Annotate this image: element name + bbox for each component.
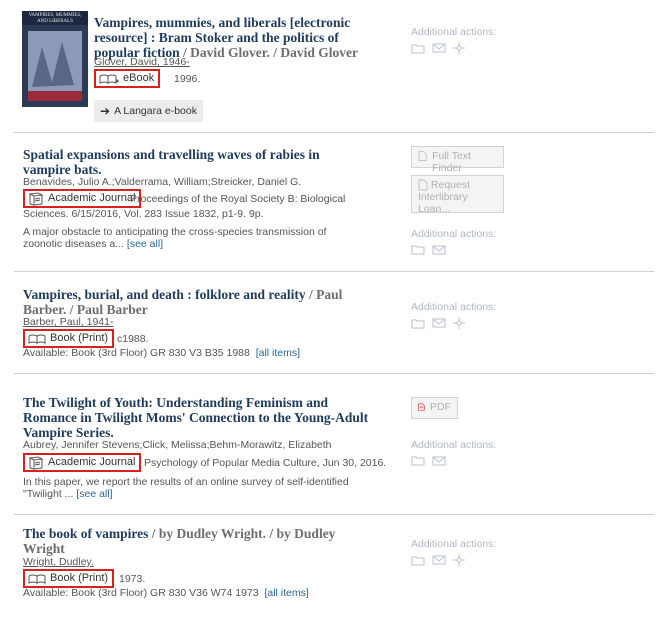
cover-illustration bbox=[28, 31, 82, 101]
full-text-finder-button[interactable]: Full Text Finder bbox=[411, 146, 504, 174]
publication-year: 1996. bbox=[174, 73, 201, 85]
publication-year: c1988. bbox=[117, 333, 149, 345]
document-icon bbox=[418, 151, 427, 161]
format-badge-academic-journal: Academic Journal bbox=[23, 453, 142, 472]
additional-actions-label: Additional actions: bbox=[411, 301, 497, 313]
folder-icon[interactable] bbox=[411, 43, 425, 54]
result-item: VAMPIRES, MUMMIES, AND LIBERALS Vampires… bbox=[0, 0, 660, 130]
langara-ebook-link[interactable]: ➔ A Langara e-book bbox=[94, 100, 203, 122]
folder-icon[interactable] bbox=[411, 555, 425, 566]
email-icon[interactable] bbox=[432, 43, 446, 53]
email-icon[interactable] bbox=[432, 318, 446, 328]
cover-title: VAMPIRES, MUMMIES, AND LIBERALS bbox=[28, 13, 82, 24]
publication-details: Sciences. 6/15/2016, Vol. 283 Issue 1832… bbox=[23, 208, 264, 220]
result-title[interactable]: Spatial expansions and travelling waves … bbox=[23, 147, 363, 177]
result-item: The Twilight of Youth: Understanding Fem… bbox=[0, 374, 660, 514]
results-list: VAMPIRES, MUMMIES, AND LIBERALS Vampires… bbox=[0, 0, 660, 619]
document-icon bbox=[418, 179, 428, 191]
publication-source: Psychology of Popular Media Culture, Jun… bbox=[144, 457, 387, 469]
request-interlibrary-loan-button[interactable]: Request Interlibrary Loan... bbox=[411, 175, 504, 215]
result-author[interactable]: Glover, David, 1946- bbox=[94, 56, 190, 69]
additional-actions bbox=[411, 42, 465, 54]
additional-actions bbox=[411, 317, 465, 329]
book-cover-image[interactable]: VAMPIRES, MUMMIES, AND LIBERALS bbox=[22, 11, 88, 107]
academic-journal-icon bbox=[28, 455, 44, 470]
additional-actions-label: Additional actions: bbox=[411, 228, 497, 240]
result-title[interactable]: Vampires, mummies, and liberals [electro… bbox=[94, 15, 384, 60]
result-author[interactable]: Wright, Dudley. bbox=[23, 556, 94, 569]
result-item: The book of vampires / by Dudley Wright.… bbox=[0, 515, 660, 619]
email-icon[interactable] bbox=[432, 456, 446, 466]
folder-icon[interactable] bbox=[411, 455, 425, 466]
arrow-right-icon: ➔ bbox=[100, 104, 111, 118]
format-badge-ebook: eBook bbox=[94, 69, 161, 88]
result-author[interactable]: Barber, Paul, 1941- bbox=[23, 316, 113, 329]
see-all-link[interactable]: [see all] bbox=[76, 488, 112, 500]
availability: Available: Book (3rd Floor) GR 830 V3 B3… bbox=[23, 347, 301, 359]
folder-icon[interactable] bbox=[411, 244, 425, 255]
format-label: eBook bbox=[123, 72, 155, 84]
result-author[interactable]: Benavides, Julio A.;Valderrama, William;… bbox=[23, 176, 301, 189]
result-author[interactable]: Aubrey, Jennifer Stevens;Click, Melissa;… bbox=[23, 439, 332, 452]
add-icon[interactable] bbox=[453, 317, 465, 329]
abstract-snippet: A major obstacle to anticipating the cro… bbox=[23, 226, 327, 250]
ebook-icon bbox=[99, 74, 119, 84]
format-label: Book (Print) bbox=[50, 332, 109, 344]
format-badge-academic-journal: Academic Journal bbox=[23, 189, 142, 208]
pdf-icon bbox=[418, 403, 425, 411]
email-icon[interactable] bbox=[432, 245, 446, 255]
add-icon[interactable] bbox=[453, 42, 465, 54]
book-icon bbox=[28, 334, 46, 344]
format-label: Book (Print) bbox=[50, 572, 109, 584]
result-title[interactable]: The book of vampires / by Dudley Wright.… bbox=[23, 526, 373, 556]
pdf-button[interactable]: PDF bbox=[411, 397, 458, 419]
additional-actions bbox=[411, 244, 446, 255]
availability: Available: Book (3rd Floor) GR 830 V36 W… bbox=[23, 587, 309, 599]
folder-icon[interactable] bbox=[411, 318, 425, 329]
see-all-link[interactable]: [see all] bbox=[127, 238, 163, 250]
result-item: Vampires, burial, and death : folklore a… bbox=[0, 272, 660, 371]
additional-actions-label: Additional actions: bbox=[411, 538, 497, 550]
publication-source: Proceedings of the Royal Society B: Biol… bbox=[130, 193, 346, 205]
all-items-link[interactable]: [all items] bbox=[256, 347, 300, 359]
format-label: Academic Journal bbox=[48, 192, 136, 204]
all-items-link[interactable]: [all items] bbox=[264, 587, 308, 599]
result-item: Spatial expansions and travelling waves … bbox=[0, 133, 660, 271]
result-title[interactable]: The Twilight of Youth: Understanding Fem… bbox=[23, 395, 373, 440]
additional-actions-label: Additional actions: bbox=[411, 439, 497, 451]
add-icon[interactable] bbox=[453, 554, 465, 566]
abstract-snippet: In this paper, we report the results of … bbox=[23, 476, 349, 500]
format-label: Academic Journal bbox=[48, 456, 136, 468]
additional-actions-label: Additional actions: bbox=[411, 26, 497, 38]
book-icon bbox=[28, 574, 46, 584]
format-badge-book-print: Book (Print) bbox=[23, 569, 115, 588]
format-badge-book-print: Book (Print) bbox=[23, 329, 115, 348]
result-title[interactable]: Vampires, burial, and death : folklore a… bbox=[23, 287, 373, 317]
email-icon[interactable] bbox=[432, 555, 446, 565]
publication-year: 1973. bbox=[119, 573, 146, 585]
additional-actions bbox=[411, 455, 446, 466]
academic-journal-icon bbox=[28, 191, 44, 206]
additional-actions bbox=[411, 554, 465, 566]
